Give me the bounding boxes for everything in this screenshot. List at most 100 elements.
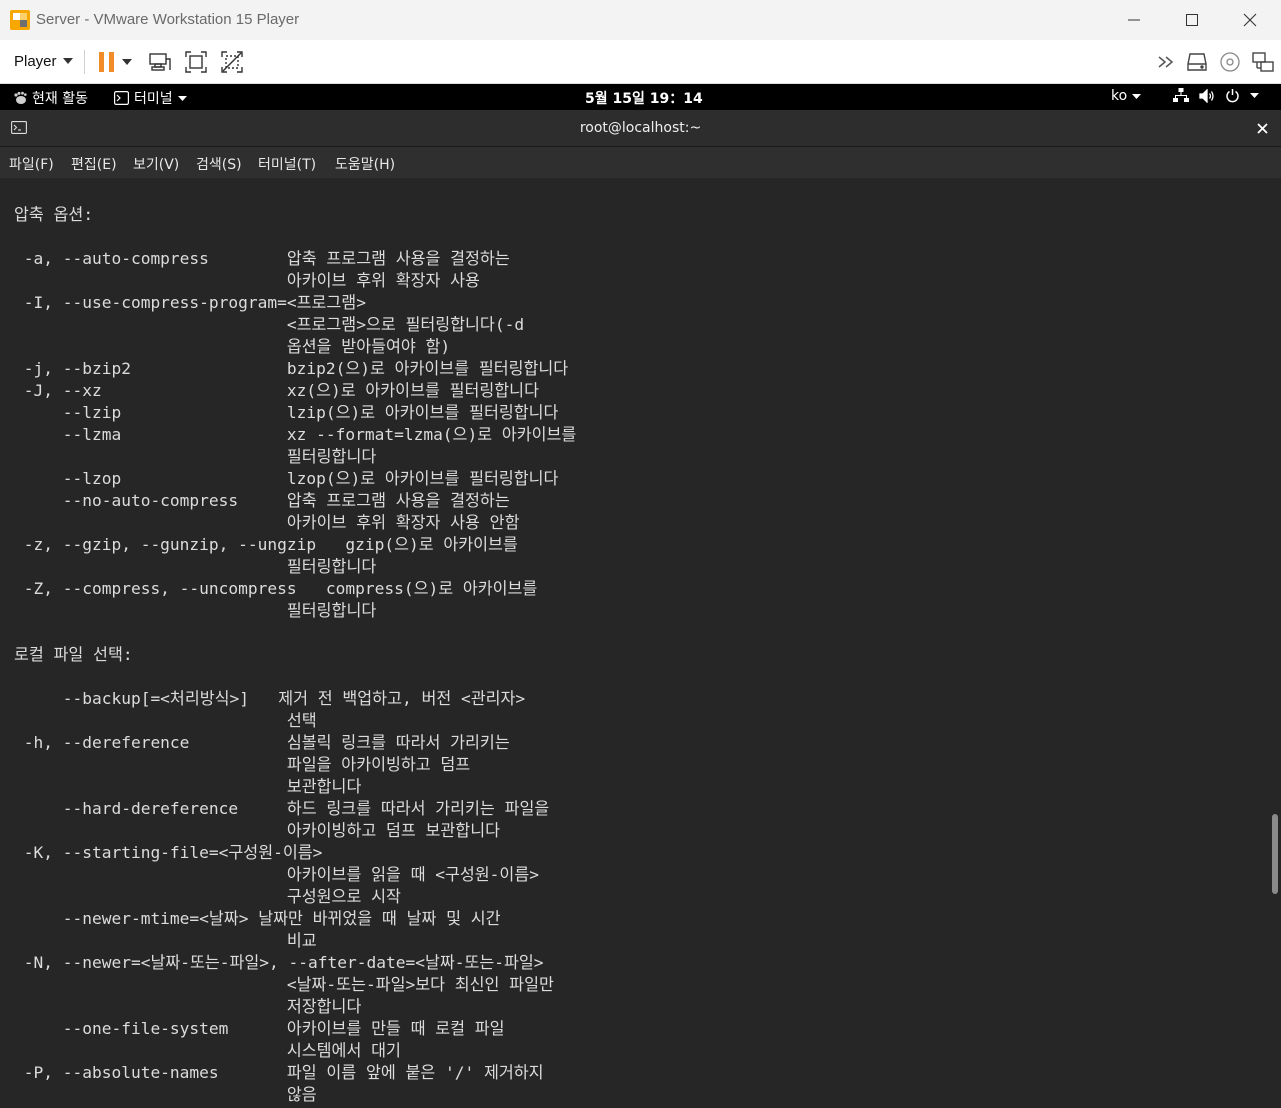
terminal-line: --lzop lzop(으)로 아카이브를 필터링합니다 [14, 469, 559, 488]
cd-icon [1220, 52, 1240, 72]
close-icon [1243, 13, 1257, 27]
terminal-line: -K, --starting-file=<구성원-이름> [14, 843, 323, 862]
more-devices-button[interactable] [1154, 49, 1180, 75]
pause-dropdown-button[interactable] [120, 49, 134, 75]
terminal-line: -J, --xz xz(으)로 아카이브를 필터링합니다 [14, 381, 539, 400]
terminal-menubar: 파일(F) 편집(E) 보기(V) 검색(S) 터미널(T) 도움말(H) [0, 147, 1281, 178]
clock[interactable]: 5월 15일 19：14 [585, 88, 703, 108]
terminal-output[interactable]: 압축 옵션: -a, --auto-compress 압축 프로그램 사용을 결… [0, 178, 1268, 1108]
player-menu-label: Player [14, 52, 57, 70]
player-menu-button[interactable]: Player [8, 48, 79, 74]
terminal-line: 로컬 파일 선택: [14, 645, 133, 664]
terminal-line: -N, --newer=<날짜-또는-파일>, --after-date=<날짜… [14, 953, 544, 972]
chevron-down-icon [62, 58, 73, 64]
terminal-line: <프로그램>으로 필터링합니다(-d [14, 315, 525, 334]
window-titlebar[interactable]: Server - VMware Workstation 15 Player [0, 0, 1281, 41]
terminal-line: --newer-mtime=<날짜> 날짜만 바뀌었을 때 날짜 및 시간 [14, 909, 501, 928]
double-chevron-icon [1158, 56, 1174, 68]
maximize-button[interactable] [1163, 0, 1221, 40]
keyboard-layout-label: ko [1111, 88, 1128, 104]
vmware-player-window: Server - VMware Workstation 15 Player Pl… [0, 0, 1281, 1108]
power-icon [1226, 89, 1239, 103]
chevron-down-icon [1250, 93, 1259, 98]
activities-button[interactable]: 현재 활동 [13, 88, 88, 108]
send-keys-icon [149, 53, 171, 71]
terminal-line: 구성원으로 시작 [14, 887, 401, 906]
menu-help[interactable]: 도움말(H) [335, 154, 395, 174]
network-adapter-icon [1252, 52, 1274, 72]
terminal-icon [114, 91, 129, 105]
terminal-line: 옵션을 받아들여야 함) [14, 337, 451, 356]
terminal-line: 않음 [14, 1085, 317, 1104]
terminal-line: -a, --auto-compress 압축 프로그램 사용을 결정하는 [14, 249, 510, 268]
menu-file[interactable]: 파일(F) [9, 154, 54, 174]
window-title: Server - VMware Workstation 15 Player [36, 11, 300, 28]
minimize-icon [1128, 19, 1140, 21]
hard-disk-icon [1187, 53, 1207, 71]
terminal-line: 선택 [14, 711, 317, 730]
system-menu[interactable] [1173, 88, 1259, 103]
hard-disk-button[interactable] [1184, 49, 1210, 75]
gnome-foot-icon [14, 91, 27, 104]
send-ctrl-alt-del-button[interactable] [147, 49, 173, 75]
terminal-line: -j, --bzip2 bzip2(으)로 아카이브를 필터링합니다 [14, 359, 569, 378]
terminal-line: 필터링합니다 [14, 557, 377, 576]
terminal-line: 아카이브 후위 확장자 사용 [14, 271, 480, 290]
terminal-line: 필터링합니다 [14, 447, 377, 466]
terminal-line: <날짜-또는-파일>보다 최신인 파일만 [14, 975, 554, 994]
terminal-line: --hard-dereference 하드 링크를 따라서 가리키는 파일을 [14, 799, 550, 818]
activities-label: 현재 활동 [32, 91, 88, 107]
unity-button[interactable] [219, 49, 245, 75]
unity-icon [221, 51, 243, 73]
terminal-line: -h, --dereference 심볼릭 링크를 따라서 가리키는 [14, 733, 510, 752]
toolbar-divider [84, 50, 85, 74]
minimize-button[interactable] [1105, 0, 1163, 40]
terminal-line: 아카이빙하고 덤프 보관합니다 [14, 821, 500, 840]
terminal-line: --no-auto-compress 압축 프로그램 사용을 결정하는 [14, 491, 510, 510]
terminal-scrollbar[interactable] [1268, 178, 1281, 1108]
terminal-line: 비교 [14, 931, 317, 950]
clock-label: 5월 15일 19：14 [585, 91, 703, 107]
terminal-line: --lzma xz --format=lzma(으)로 아카이브를 [14, 425, 577, 444]
cd-button[interactable] [1217, 49, 1243, 75]
terminal-line: --backup[=<처리방식>] 제거 전 백업하고, 버전 <관리자> [14, 689, 526, 708]
terminal-line: 보관합니다 [14, 777, 362, 796]
terminal-line: -I, --use-compress-program=<프로그램> [14, 293, 366, 312]
vmware-logo-icon [10, 10, 30, 30]
terminal-line: -z, --gzip, --gunzip, --ungzip gzip(으)로 … [14, 535, 518, 554]
chevron-down-icon [122, 59, 132, 65]
menu-view[interactable]: 보기(V) [133, 154, 179, 174]
keyboard-layout-button[interactable]: ko [1111, 88, 1142, 104]
terminal-line: 파일을 아카이빙하고 덤프 [14, 755, 471, 774]
pause-button[interactable] [94, 49, 120, 75]
fit-guest-icon [185, 51, 207, 73]
menu-terminal[interactable]: 터미널(T) [258, 154, 316, 174]
terminal-line: -P, --absolute-names 파일 이름 앞에 붙은 '/' 제거하… [14, 1063, 544, 1082]
menu-edit[interactable]: 편집(E) [71, 154, 117, 174]
close-icon[interactable] [1257, 123, 1268, 134]
pause-icon [99, 52, 114, 72]
terminal-app-menu[interactable]: 터미널 [114, 88, 187, 108]
terminal-line: --lzip lzip(으)로 아카이브를 필터링합니다 [14, 403, 559, 422]
scrollbar-thumb[interactable] [1272, 814, 1278, 894]
network-adapter-button[interactable] [1250, 49, 1276, 75]
gnome-top-bar: 현재 활동 터미널 5월 15일 19：14 ko [0, 84, 1281, 110]
vmware-toolbar: Player [0, 40, 1281, 84]
terminal-title: root@localhost:~ [579, 120, 702, 136]
terminal-app-label: 터미널 [134, 91, 173, 107]
terminal-line: 저장합니다 [14, 997, 362, 1016]
volume-icon [1199, 88, 1214, 103]
close-button[interactable] [1221, 0, 1279, 40]
terminal-headerbar[interactable]: root@localhost:~ [0, 110, 1281, 147]
menu-search[interactable]: 검색(S) [196, 154, 242, 174]
terminal-line: 시스템에서 대기 [14, 1041, 401, 1060]
terminal-line: 아카이브 후위 확장자 사용 안함 [14, 513, 520, 532]
maximize-icon [1186, 14, 1198, 26]
fit-guest-button[interactable] [183, 49, 209, 75]
terminal-line: 필터링합니다 [14, 601, 377, 620]
chevron-down-icon [1132, 93, 1142, 99]
chevron-down-icon [177, 95, 187, 101]
terminal-line: --one-file-system 아카이브를 만들 때 로컬 파일 [14, 1019, 505, 1038]
network-wired-icon [1173, 88, 1189, 102]
terminal-line: 압축 옵션: [14, 205, 94, 224]
